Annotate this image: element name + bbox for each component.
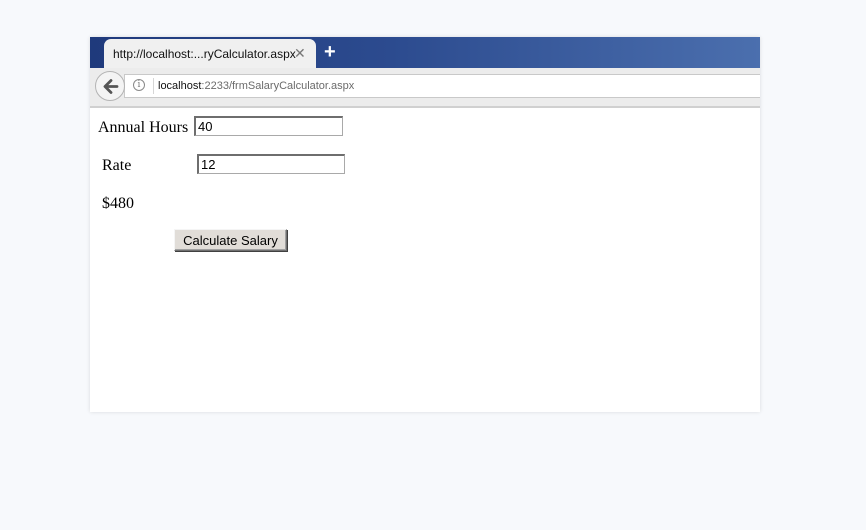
- back-button[interactable]: [95, 71, 125, 101]
- tab-active[interactable]: http://localhost:...ryCalculator.aspx ✕: [104, 39, 316, 69]
- rate-input[interactable]: [197, 154, 345, 174]
- info-icon[interactable]: i: [133, 79, 145, 91]
- tab-bar: http://localhost:...ryCalculator.aspx ✕ …: [90, 37, 760, 69]
- calculate-salary-button[interactable]: Calculate Salary: [174, 229, 287, 251]
- url-separator: [153, 78, 154, 94]
- back-arrow-icon: [103, 79, 119, 94]
- tab-title: http://localhost:...ryCalculator.aspx: [113, 47, 296, 61]
- navigation-bar: i localhost:2233/frmSalaryCalculator.asp…: [90, 68, 760, 106]
- page-content: Annual Hours Rate $480 Calculate Salary: [90, 108, 760, 412]
- url-path: :2233/frmSalaryCalculator.aspx: [201, 80, 355, 92]
- salary-result: $480: [102, 195, 134, 212]
- annual-hours-label: Annual Hours: [98, 119, 189, 136]
- browser-window: http://localhost:...ryCalculator.aspx ✕ …: [90, 37, 760, 412]
- plus-icon[interactable]: +: [324, 40, 336, 64]
- url-text: localhost:2233/frmSalaryCalculator.aspx: [158, 80, 354, 92]
- close-icon[interactable]: ✕: [294, 45, 306, 61]
- address-bar[interactable]: i localhost:2233/frmSalaryCalculator.asp…: [124, 74, 760, 98]
- annual-hours-input[interactable]: [194, 116, 343, 136]
- rate-label: Rate: [102, 157, 132, 174]
- url-host: localhost: [158, 80, 202, 92]
